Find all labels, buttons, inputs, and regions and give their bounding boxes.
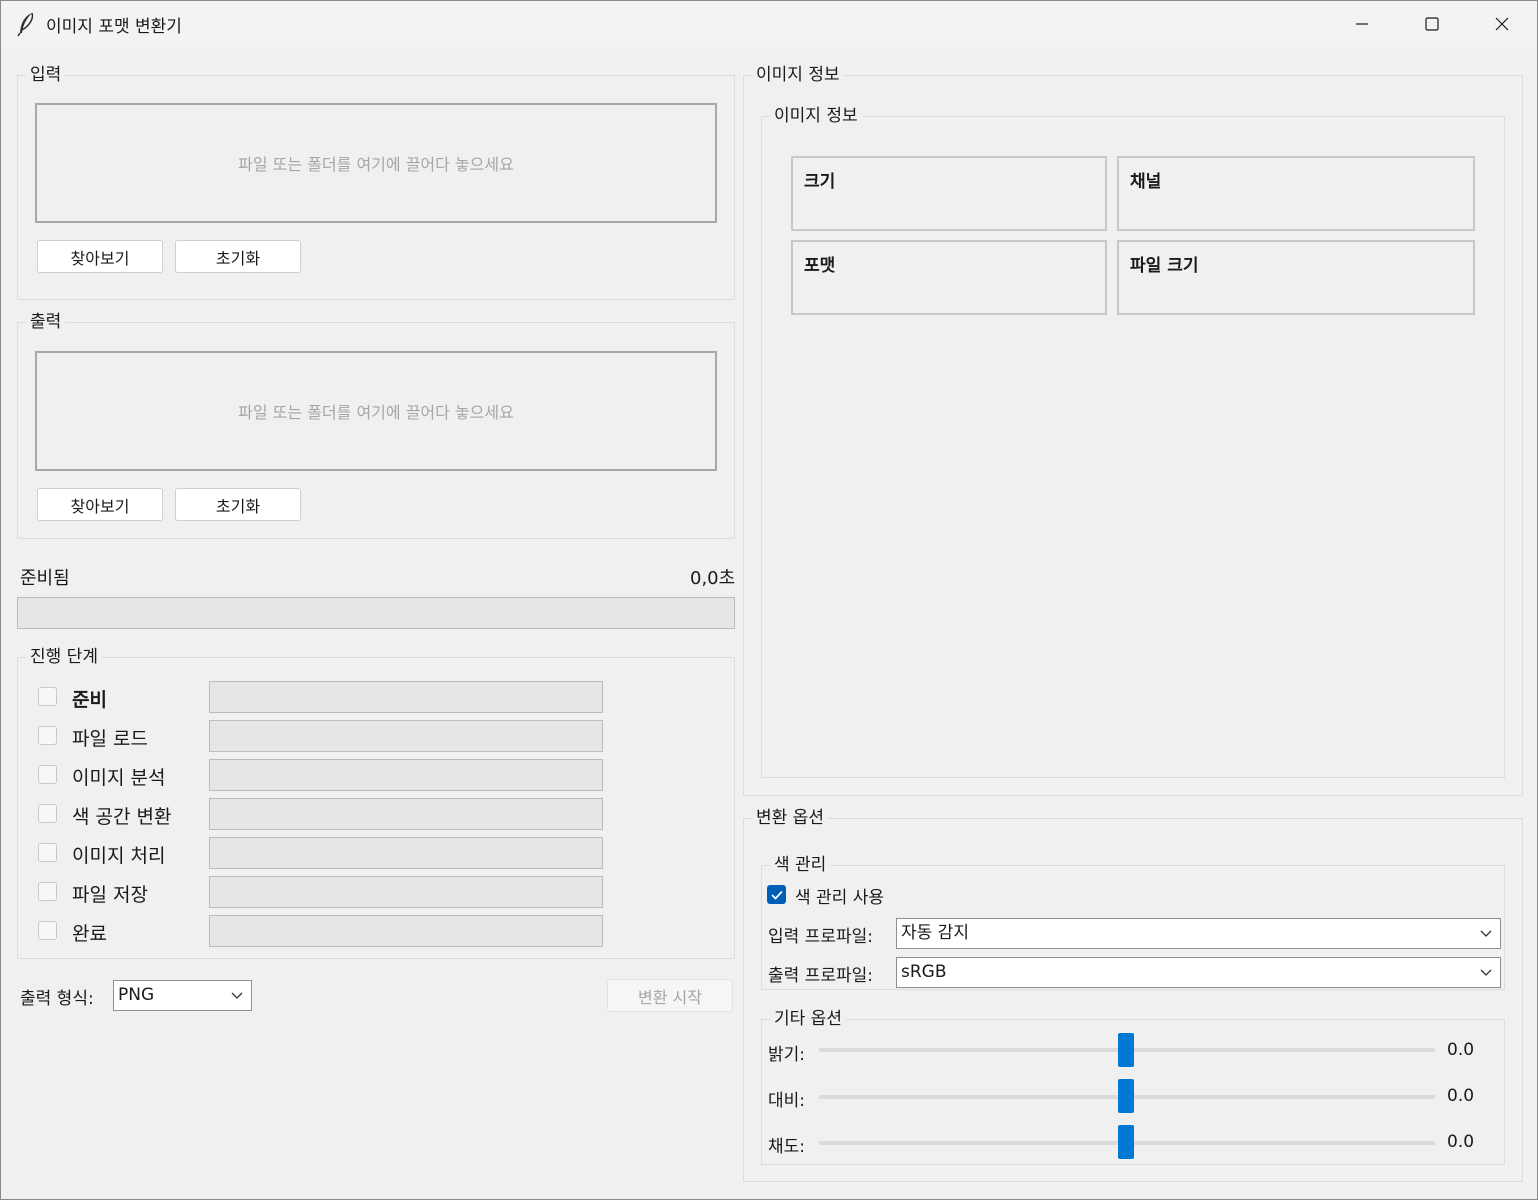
- minimize-icon: [1356, 23, 1368, 25]
- step-label: 이미지 처리: [72, 845, 166, 867]
- info-channels-label: 채널: [1130, 172, 1162, 192]
- input-profile-label: 입력 프로파일:: [768, 927, 873, 947]
- info-format-cell: 포맷: [791, 240, 1107, 315]
- minimize-button[interactable]: [1327, 1, 1397, 47]
- chevron-down-icon: [1480, 930, 1492, 937]
- color-management-checkbox[interactable]: [767, 885, 786, 904]
- maximize-icon: [1425, 17, 1439, 31]
- step-progress-bar: [209, 681, 603, 713]
- color-management-use-label: 색 관리 사용: [795, 888, 885, 908]
- step-label: 색 공간 변환: [72, 806, 172, 828]
- step-checkbox[interactable]: [38, 882, 57, 901]
- contrast-label: 대비:: [768, 1091, 806, 1111]
- contrast-value: 0.0: [1447, 1086, 1475, 1106]
- output-browse-button[interactable]: 찾아보기: [37, 488, 163, 521]
- status-text: 준비됨: [20, 568, 70, 589]
- format-select[interactable]: PNG: [113, 980, 252, 1011]
- step-label: 완료: [72, 923, 107, 945]
- steps-group-label: 진행 단계: [26, 646, 102, 668]
- step-checkbox[interactable]: [38, 726, 57, 745]
- brightness-slider-thumb[interactable]: [1118, 1033, 1134, 1067]
- info-size-label: 크기: [804, 172, 836, 192]
- brightness-value: 0.0: [1447, 1040, 1475, 1060]
- step-label: 파일 로드: [72, 728, 148, 750]
- info-size-cell: 크기: [791, 156, 1107, 231]
- contrast-slider-thumb[interactable]: [1118, 1079, 1134, 1113]
- info-channels-cell: 채널: [1117, 156, 1475, 231]
- input-dropzone[interactable]: 파일 또는 폴더를 여기에 끌어다 놓으세요: [35, 103, 717, 223]
- step-progress-bar: [209, 876, 603, 908]
- feather-icon: [17, 12, 34, 37]
- input-profile-select[interactable]: 자동 감지: [896, 918, 1501, 949]
- check-icon: [770, 890, 783, 900]
- input-group-label: 입력: [26, 64, 66, 86]
- other-options-label: 기타 옵션: [770, 1008, 846, 1030]
- output-profile-select[interactable]: sRGB: [896, 957, 1501, 988]
- step-checkbox[interactable]: [38, 687, 57, 706]
- output-profile-value: sRGB: [901, 962, 947, 982]
- step-checkbox[interactable]: [38, 765, 57, 784]
- convert-button[interactable]: 변환 시작: [607, 979, 733, 1012]
- step-progress-bar: [209, 720, 603, 752]
- info-file-size-label: 파일 크기: [1130, 256, 1199, 276]
- title-bar: 이미지 포맷 변환기: [1, 1, 1537, 47]
- format-label: 출력 형식:: [20, 989, 94, 1009]
- image-info-outer-label: 이미지 정보: [752, 64, 844, 86]
- step-checkbox[interactable]: [38, 843, 57, 862]
- color-management-label: 색 관리: [770, 854, 831, 876]
- output-dropzone[interactable]: 파일 또는 폴더를 여기에 끌어다 놓으세요: [35, 351, 717, 471]
- conversion-options-label: 변환 옵션: [752, 807, 828, 829]
- info-file-size-cell: 파일 크기: [1117, 240, 1475, 315]
- image-info-inner-label: 이미지 정보: [770, 105, 862, 127]
- window-title: 이미지 포맷 변환기: [46, 17, 182, 37]
- input-dropzone-text: 파일 또는 폴더를 여기에 끌어다 놓으세요: [238, 155, 514, 174]
- step-progress-bar: [209, 759, 603, 791]
- close-button[interactable]: [1467, 1, 1537, 47]
- info-format-label: 포맷: [804, 256, 836, 276]
- close-icon: [1495, 17, 1509, 31]
- step-checkbox[interactable]: [38, 804, 57, 823]
- chevron-down-icon: [1480, 969, 1492, 976]
- step-checkbox[interactable]: [38, 921, 57, 940]
- step-progress-bar: [209, 837, 603, 869]
- step-label: 파일 저장: [72, 884, 148, 906]
- output-profile-label: 출력 프로파일:: [768, 966, 873, 986]
- step-label: 이미지 분석: [72, 767, 166, 789]
- maximize-button[interactable]: [1397, 1, 1467, 47]
- input-profile-value: 자동 감지: [901, 923, 969, 943]
- step-label: 준비: [72, 689, 107, 711]
- output-reset-button[interactable]: 초기화: [175, 488, 301, 521]
- chevron-down-icon: [231, 992, 243, 999]
- output-group-label: 출력: [26, 311, 66, 333]
- step-progress-bar: [209, 798, 603, 830]
- format-select-value: PNG: [118, 985, 155, 1005]
- input-browse-button[interactable]: 찾아보기: [37, 240, 163, 273]
- elapsed-time: 0,0초: [690, 568, 736, 589]
- output-dropzone-text: 파일 또는 폴더를 여기에 끌어다 놓으세요: [238, 403, 514, 422]
- saturation-slider-thumb[interactable]: [1118, 1125, 1134, 1159]
- step-progress-bar: [209, 915, 603, 947]
- input-reset-button[interactable]: 초기화: [175, 240, 301, 273]
- overall-progress-bar: [17, 597, 735, 629]
- brightness-label: 밝기:: [768, 1045, 806, 1065]
- saturation-label: 채도:: [768, 1137, 806, 1157]
- saturation-value: 0.0: [1447, 1132, 1475, 1152]
- app-window: 이미지 포맷 변환기 입력 파일 또는 폴더를 여기에 끌어다 놓으세요 찾아보…: [0, 0, 1538, 1200]
